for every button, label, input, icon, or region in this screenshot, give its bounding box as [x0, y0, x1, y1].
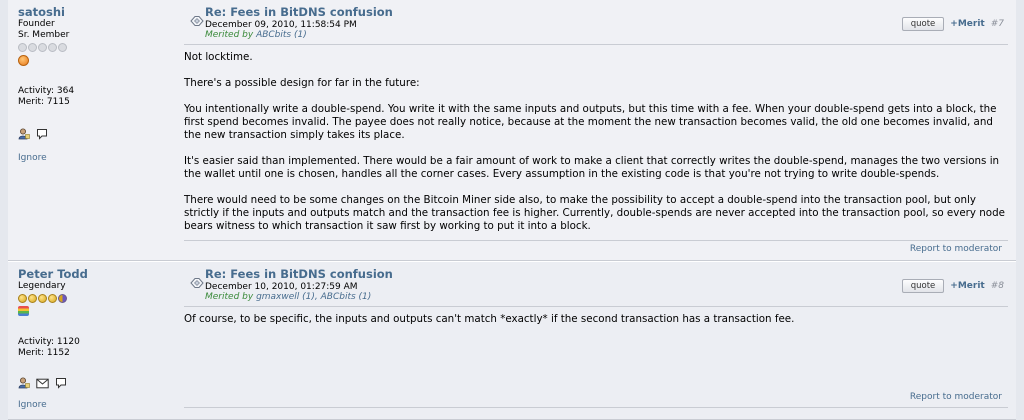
merited-prefix: Merited by — [205, 30, 254, 40]
post-8: Peter Todd Legendary Activity: 1120 Meri… — [8, 261, 1016, 420]
merited-users[interactable]: ABCbits (1) — [256, 30, 307, 40]
post-date: December 09, 2010, 11:58:54 PM — [205, 20, 357, 30]
report-to-moderator-link[interactable]: Report to moderator — [910, 244, 1002, 254]
badge-row — [18, 55, 168, 67]
founder-badge-icon — [18, 55, 29, 66]
post-date: December 10, 2010, 01:27:59 AM — [205, 282, 358, 292]
poster-actions — [18, 376, 168, 390]
report-to-moderator-link[interactable]: Report to moderator — [910, 392, 1002, 402]
post-number[interactable]: #8 — [991, 281, 1004, 291]
poster-name-link[interactable]: Peter Todd — [18, 267, 168, 281]
merited-by: Merited by gmaxwell (1), ABCbits (1) — [205, 292, 371, 302]
badge-row — [18, 306, 168, 318]
post-footer-divider — [184, 407, 1008, 408]
rank-star-icon — [48, 43, 57, 52]
forum-thread: satoshi Founder Sr. Member Activity: 364… — [0, 0, 1024, 420]
post-subject-link[interactable]: Re: Fees in BitDNS confusion — [205, 268, 393, 281]
rank-stars — [18, 294, 168, 303]
profile-icon[interactable] — [18, 377, 30, 389]
merit-button[interactable]: +Merit — [950, 281, 984, 291]
post-header: Re: Fees in BitDNS confusion December 09… — [178, 0, 1008, 44]
topic-diamond-icon — [190, 277, 204, 292]
rank-star-icon — [28, 294, 37, 303]
poster-name-link[interactable]: satoshi — [18, 5, 168, 19]
rank-star-icon — [38, 294, 47, 303]
activity-stat: Activity: 364 — [18, 86, 75, 96]
ignore-link[interactable]: Ignore — [18, 400, 47, 410]
post-paragraph: It's easier said than implemented. There… — [184, 155, 1000, 180]
merited-prefix: Merited by — [205, 292, 254, 302]
poster-title: Founder — [18, 19, 55, 29]
post-body: Re: Fees in BitDNS confusion December 09… — [178, 0, 1008, 246]
topic-diamond-icon — [190, 15, 204, 30]
speech-bubble-icon[interactable] — [55, 377, 67, 389]
rank-star-icon — [58, 43, 67, 52]
rank-star-icon — [38, 43, 47, 52]
rank-star-icon — [58, 294, 67, 303]
rainbow-badge-icon — [18, 306, 29, 316]
post-actions: quote +Merit #7 — [901, 17, 1004, 31]
quote-button[interactable]: quote — [901, 279, 945, 293]
post-footer-divider — [184, 240, 1008, 241]
merit-stat: Merit: 7115 — [18, 97, 70, 107]
rank-stars — [18, 43, 168, 52]
poster-rank: Legendary — [18, 281, 66, 291]
merit-stat: Merit: 1152 — [18, 348, 70, 358]
rank-star-icon — [18, 43, 27, 52]
quote-button[interactable]: quote — [901, 17, 945, 31]
post-number[interactable]: #7 — [991, 19, 1004, 29]
rank-star-icon — [18, 294, 27, 303]
post-content: Not locktime. There's a possible design … — [184, 44, 1008, 233]
merit-button[interactable]: +Merit — [950, 19, 984, 29]
post-header: Re: Fees in BitDNS confusion December 10… — [178, 262, 1008, 306]
message-icon[interactable] — [36, 378, 49, 389]
ignore-link[interactable]: Ignore — [18, 153, 47, 163]
poster-info: Peter Todd Legendary Activity: 1120 Meri… — [18, 267, 168, 410]
post-subject-link[interactable]: Re: Fees in BitDNS confusion — [205, 6, 393, 19]
post-actions: quote +Merit #8 — [901, 279, 1004, 293]
post-7: satoshi Founder Sr. Member Activity: 364… — [8, 0, 1016, 261]
merited-users[interactable]: gmaxwell (1), ABCbits (1) — [256, 292, 371, 302]
activity-stat: Activity: 1120 — [18, 337, 80, 347]
poster-info: satoshi Founder Sr. Member Activity: 364… — [18, 5, 168, 163]
post-paragraph: Of course, to be specific, the inputs an… — [184, 313, 795, 325]
post-paragraph: There's a possible design for far in the… — [184, 77, 420, 89]
post-paragraph: You intentionally write a double-spend. … — [184, 103, 997, 141]
post-paragraph: There would need to be some changes on t… — [184, 194, 1005, 232]
poster-rank: Sr. Member — [18, 30, 70, 40]
rank-star-icon — [28, 43, 37, 52]
post-content: Of course, to be specific, the inputs an… — [184, 306, 1008, 326]
merited-by: Merited by ABCbits (1) — [205, 30, 307, 40]
speech-bubble-icon[interactable] — [36, 128, 48, 140]
rank-star-icon — [48, 294, 57, 303]
post-paragraph: Not locktime. — [184, 51, 253, 63]
post-body: Re: Fees in BitDNS confusion December 10… — [178, 262, 1008, 339]
profile-icon[interactable] — [18, 128, 30, 140]
poster-actions — [18, 127, 168, 141]
